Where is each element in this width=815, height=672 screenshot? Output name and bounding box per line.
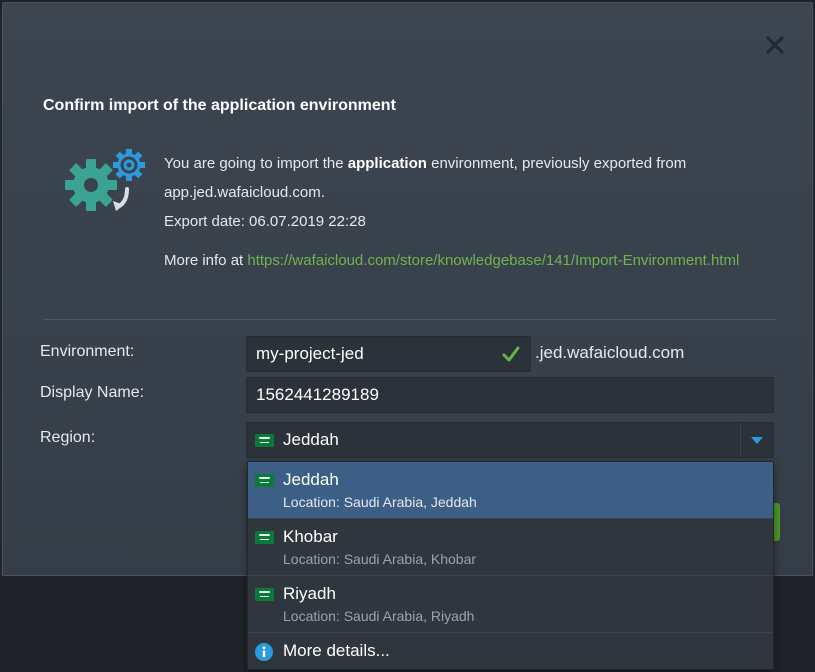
dialog-title: Confirm import of the application enviro… — [43, 97, 396, 114]
region-option-location: Location: Saudi Arabia, Jeddah — [283, 494, 477, 510]
region-dropdown: Jeddah Location: Saudi Arabia, Jeddah Kh… — [247, 461, 774, 670]
check-icon — [502, 345, 520, 363]
environment-input[interactable]: my-project-jed — [246, 336, 531, 372]
region-option-location: Location: Saudi Arabia, Khobar — [283, 551, 477, 567]
knowledgebase-link[interactable]: https://wafaicloud.com/store/knowledgeba… — [247, 252, 739, 269]
region-select[interactable]: Jeddah — [246, 422, 774, 458]
region-option-location: Location: Saudi Arabia, Riyadh — [283, 608, 475, 624]
saudi-flag-icon — [255, 474, 274, 487]
more-details-label: More details... — [283, 641, 390, 660]
saudi-flag-icon — [255, 588, 274, 601]
domain-suffix: .jed.wafaicloud.com — [535, 343, 685, 362]
import-info: You are going to import the application … — [164, 149, 764, 275]
close-icon[interactable] — [763, 33, 787, 57]
divider — [43, 319, 776, 320]
region-option-name: Khobar — [283, 527, 338, 546]
caret-down-icon[interactable] — [740, 423, 773, 457]
saudi-flag-icon — [255, 433, 274, 447]
region-option-riyadh[interactable]: Riyadh Location: Saudi Arabia, Riyadh — [248, 576, 773, 633]
region-option-khobar[interactable]: Khobar Location: Saudi Arabia, Khobar — [248, 519, 773, 576]
more-details-option[interactable]: More details... — [248, 633, 773, 669]
display-name-input[interactable]: 1562441289189 — [246, 377, 774, 413]
region-option-jeddah[interactable]: Jeddah Location: Saudi Arabia, Jeddah — [248, 462, 773, 519]
more-info: More info at https://wafaicloud.com/stor… — [164, 252, 740, 269]
gears-import-icon — [63, 145, 149, 217]
environment-label: Environment: — [40, 343, 135, 360]
info-icon — [255, 643, 273, 661]
source-host: app.jed.wafaicloud.com. — [164, 184, 325, 201]
display-name-label: Display Name: — [40, 384, 145, 401]
region-option-name: Jeddah — [283, 470, 339, 489]
info-line-1: You are going to import the application … — [164, 155, 687, 172]
region-option-name: Riyadh — [283, 584, 336, 603]
saudi-flag-icon — [255, 531, 274, 544]
region-label: Region: — [40, 429, 96, 446]
export-date: Export date: 06.07.2019 22:28 — [164, 213, 366, 230]
